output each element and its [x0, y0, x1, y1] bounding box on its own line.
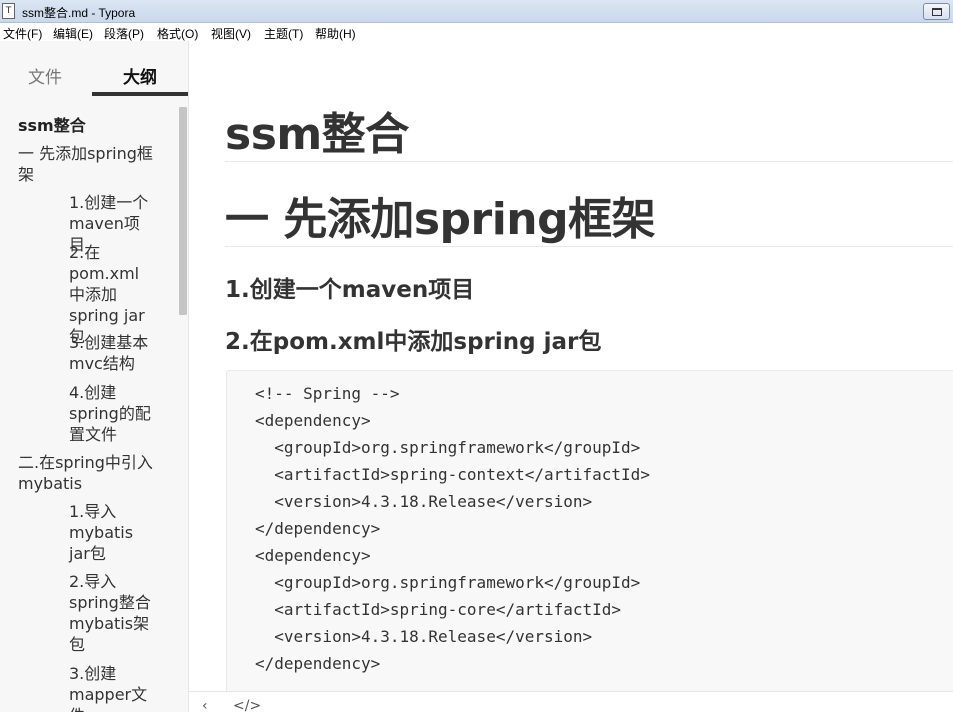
menu-format[interactable]: 格式(O) — [157, 25, 198, 42]
code-line: <!-- Spring --> — [255, 384, 400, 403]
window-title: ssm整合.md - Typora — [22, 6, 136, 20]
code-line: </dependency> — [255, 654, 381, 673]
outline-item-h3[interactable]: 3.创建mapper文件 — [69, 663, 155, 712]
document-title-heading[interactable]: ssm整合 — [225, 98, 409, 162]
sidebar: 文件 大纲 ssm整合 一 先添加spring框架 1.创建一个maven项目 … — [0, 41, 189, 712]
outline-item-h3[interactable]: 4.创建spring的配置文件 — [69, 382, 155, 445]
subsection-heading-2[interactable]: 2.在pom.xml中添加spring jar包 — [225, 322, 601, 356]
heading-divider — [225, 246, 953, 247]
status-bar: ‹ </> — [189, 691, 953, 714]
code-line: <dependency> — [255, 546, 371, 565]
outline-item-h1[interactable]: ssm整合 — [18, 115, 158, 136]
menu-bar: 文件(F) 编辑(E) 段落(P) 格式(O) 视图(V) 主题(T) 帮助(H… — [0, 23, 953, 41]
code-line: <groupId>org.springframework</groupId> — [255, 438, 641, 457]
tab-outline[interactable]: 大纲 — [123, 63, 157, 88]
title-bar: T ssm整合.md - Typora — [0, 0, 953, 23]
outline-item-h2[interactable]: 一 先添加spring框架 — [18, 143, 158, 185]
code-line: </dependency> — [255, 519, 381, 538]
subsection-heading-1[interactable]: 1.创建一个maven项目 — [225, 270, 474, 304]
code-line: <dependency> — [255, 411, 371, 430]
active-tab-indicator — [92, 92, 188, 96]
code-line: <artifactId>spring-context</artifactId> — [255, 465, 650, 484]
menu-paragraph[interactable]: 段落(P) — [104, 25, 144, 42]
restore-window-button[interactable] — [923, 3, 950, 20]
heading-divider — [225, 161, 953, 162]
code-line: <groupId>org.springframework</groupId> — [255, 573, 641, 592]
code-line: <artifactId>spring-core</artifactId> — [255, 600, 622, 619]
code-block[interactable]: <!-- Spring --> <dependency> <groupId>or… — [226, 370, 953, 691]
code-line: <version>4.3.18.Release</version> — [255, 627, 593, 646]
tab-files[interactable]: 文件 — [28, 63, 62, 88]
typora-app-icon: T — [2, 3, 15, 19]
menu-help[interactable]: 帮助(H) — [315, 25, 356, 42]
code-line: <version>4.3.18.Release</version> — [255, 492, 593, 511]
outline-item-h3[interactable]: 1.导入mybatis jar包 — [69, 501, 155, 564]
menu-file[interactable]: 文件(F) — [3, 25, 42, 42]
menu-theme[interactable]: 主题(T) — [264, 25, 303, 42]
sidebar-scrollbar[interactable] — [179, 107, 187, 315]
section-heading[interactable]: 一 先添加spring框架 — [225, 183, 656, 247]
editor-content[interactable]: ssm整合 一 先添加spring框架 1.创建一个maven项目 2.在pom… — [189, 41, 953, 691]
menu-view[interactable]: 视图(V) — [211, 25, 251, 42]
menu-edit[interactable]: 编辑(E) — [53, 25, 93, 42]
outline-item-h3[interactable]: 3.创建基本mvc结构 — [69, 332, 155, 374]
outline-item-h2[interactable]: 二.在spring中引入mybatis — [18, 452, 158, 494]
outline-item-h3[interactable]: 2.导入spring整合mybatis架包 — [69, 571, 155, 655]
